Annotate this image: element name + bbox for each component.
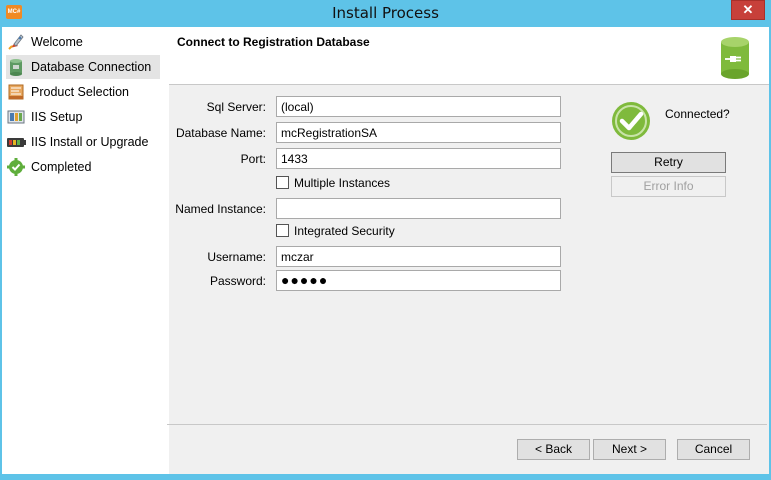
sql-server-label: Sql Server: bbox=[206, 100, 266, 114]
multiple-instances-checkbox[interactable] bbox=[276, 176, 289, 189]
page-header: Connect to Registration Database bbox=[169, 27, 769, 85]
title-bar[interactable]: MC# Install Process ✕ bbox=[0, 0, 771, 26]
step-product-selection[interactable]: Product Selection bbox=[6, 80, 160, 104]
password-label: Password: bbox=[209, 274, 266, 288]
database-plug-icon bbox=[721, 37, 749, 79]
named-instance-label: Named Instance: bbox=[175, 202, 266, 216]
cancel-button[interactable]: Cancel bbox=[677, 439, 750, 460]
multiple-instances-label: Multiple Instances bbox=[294, 176, 391, 190]
step-label: Product Selection bbox=[31, 85, 129, 99]
rocket-icon bbox=[8, 34, 24, 50]
step-completed[interactable]: Completed bbox=[6, 155, 160, 179]
check-circle-icon bbox=[612, 102, 650, 140]
password-input[interactable]: ●●●●● bbox=[276, 270, 561, 291]
wizard-steps-sidebar: Welcome Database Connection Product Sele… bbox=[2, 27, 169, 474]
step-iis-install-or-upgrade[interactable]: IIS Install or Upgrade bbox=[6, 130, 160, 154]
step-label: Database Connection bbox=[31, 60, 152, 74]
database-icon bbox=[10, 59, 22, 76]
close-button[interactable]: ✕ bbox=[731, 0, 765, 20]
error-info-button[interactable]: Error Info bbox=[611, 176, 726, 197]
back-button[interactable]: < Back bbox=[517, 439, 590, 460]
database-name-input[interactable]: mcRegistrationSA bbox=[276, 122, 561, 143]
gear-check-icon bbox=[7, 158, 25, 176]
database-name-label: Database Name: bbox=[175, 126, 266, 140]
port-input[interactable]: 1433 bbox=[276, 148, 561, 169]
product-box-icon bbox=[8, 84, 24, 100]
step-label: Welcome bbox=[31, 35, 83, 49]
retry-button[interactable]: Retry bbox=[611, 152, 726, 173]
step-label: Completed bbox=[31, 160, 92, 174]
window-title: Install Process bbox=[332, 4, 439, 22]
step-welcome[interactable]: Welcome bbox=[6, 30, 160, 54]
connection-status-label: Connected? bbox=[665, 107, 730, 121]
footer-divider bbox=[167, 424, 767, 425]
sql-server-input[interactable]: (local) bbox=[276, 96, 561, 117]
step-database-connection[interactable]: Database Connection bbox=[6, 55, 160, 79]
integrated-security-checkbox[interactable] bbox=[276, 224, 289, 237]
next-button[interactable]: Next > bbox=[593, 439, 666, 460]
named-instance-input[interactable] bbox=[276, 198, 561, 219]
username-label: Username: bbox=[207, 250, 266, 264]
port-label: Port: bbox=[240, 152, 266, 166]
installer-window: MC# Install Process ✕ Welcome Database C… bbox=[0, 0, 771, 480]
integrated-security-label: Integrated Security bbox=[294, 224, 395, 238]
step-label: IIS Setup bbox=[31, 110, 83, 124]
step-iis-setup[interactable]: IIS Setup bbox=[6, 105, 160, 129]
battery-icon bbox=[7, 138, 26, 147]
page-title: Connect to Registration Database bbox=[177, 35, 370, 49]
step-label: IIS Install or Upgrade bbox=[31, 135, 149, 149]
iis-setup-icon bbox=[7, 110, 25, 124]
username-input[interactable]: mczar bbox=[276, 246, 561, 267]
